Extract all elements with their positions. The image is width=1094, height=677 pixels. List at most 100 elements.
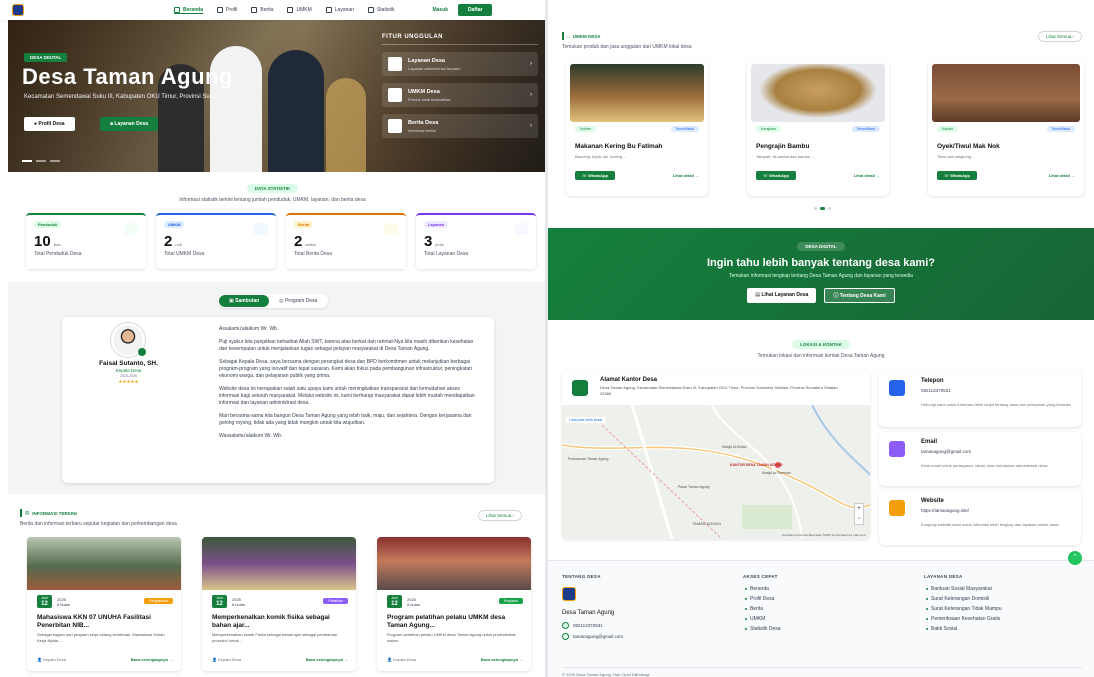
footer-link[interactable]: Berita bbox=[745, 606, 781, 612]
featured-item[interactable]: Layanan Desa Layanan administrasi terpadu… bbox=[382, 52, 538, 76]
map-zoom-control[interactable]: + − bbox=[854, 503, 864, 525]
cta-section: DESA DIGITAL Ingin tahu lebih banyak ten… bbox=[548, 228, 1094, 320]
contact-card-email[interactable]: Email tamanagung@gmail.com Kirim email u… bbox=[879, 432, 1081, 486]
hero-subtitle: Kecamatan Semendawai Suku III, Kabupaten… bbox=[24, 94, 251, 100]
footer-village-name: Desa Taman Agung bbox=[562, 610, 615, 616]
whatsapp-button[interactable]: ☏ WhatsApp bbox=[937, 171, 977, 180]
news-image bbox=[27, 537, 181, 590]
info-section-subtitle: Berita dan informasi terbaru seputar keg… bbox=[20, 521, 177, 527]
scroll-top-button[interactable]: ⌃ bbox=[1068, 551, 1082, 565]
whatsapp-button[interactable]: ☏ WhatsApp bbox=[756, 171, 796, 180]
verified-tag: Terverifikasi bbox=[1046, 126, 1075, 132]
product-card[interactable]: Kerajinan Terverifikasi Pengrajin Bambu T… bbox=[747, 60, 889, 196]
cta-title: Ingin tahu lebih banyak tentang desa kam… bbox=[707, 257, 935, 269]
footer-link[interactable]: Profil Desa bbox=[745, 596, 781, 602]
detail-link[interactable]: Lihat detail → bbox=[1049, 173, 1075, 178]
detail-link[interactable]: Lihat detail → bbox=[673, 173, 699, 178]
nav-umkm[interactable]: UMKM bbox=[287, 7, 312, 14]
news-author: 👤 Kepala Desa bbox=[37, 657, 66, 662]
footer-service-link[interactable]: Surat Keterangan Tidak Mampu bbox=[926, 606, 1002, 612]
footer-service-link[interactable]: Bantuan Sosial Masyarakat bbox=[926, 586, 1002, 592]
footer-service-link[interactable]: Surat Keterangan Domisili bbox=[926, 596, 1002, 602]
star-rating: ★★★★★ bbox=[118, 379, 139, 384]
carousel-dots[interactable] bbox=[814, 207, 831, 210]
stat-card[interactable]: Layanan 3 jenis Total Layanan Desa bbox=[416, 213, 536, 269]
footer-service-link[interactable]: Bakti Sosial bbox=[926, 626, 1002, 632]
stat-chip: Layanan bbox=[424, 221, 449, 228]
footer-link[interactable]: UMKM bbox=[745, 616, 781, 622]
nav-statistik[interactable]: Statistik bbox=[367, 7, 394, 14]
contact-card-website[interactable]: Website https://tamanagung.site/ Kunjung… bbox=[879, 491, 1081, 545]
product-name[interactable]: Pengrajin Bambu bbox=[756, 143, 809, 150]
detail-link[interactable]: Lihat detail → bbox=[854, 173, 880, 178]
stat-card[interactable]: Penduduk 10 jiwa Total Penduduk Desa bbox=[26, 213, 146, 269]
stat-label: Total Penduduk Desa bbox=[34, 251, 82, 257]
layanan-desa-button[interactable]: ■ Layanan Desa bbox=[100, 117, 159, 131]
hero-badge: DESA DIGITAL bbox=[24, 53, 68, 62]
tab-sambutan[interactable]: ▣ Sambutan bbox=[219, 295, 270, 307]
stats-subtitle: Informasi statistik terkini tentang juml… bbox=[179, 197, 366, 203]
hero-banner: DESA DIGITAL Desa Taman Agung Kecamatan … bbox=[8, 20, 545, 172]
footer-link[interactable]: Statistik Desa bbox=[745, 626, 781, 632]
product-card[interactable]: Kuliner Terverifikasi Oyek/Tiwul Mak Nok … bbox=[928, 60, 1084, 196]
village-logo[interactable] bbox=[12, 4, 24, 16]
register-button[interactable]: Daftar bbox=[458, 4, 493, 16]
phone-icon bbox=[889, 380, 905, 396]
lihat-layanan-button[interactable]: ▤ Lihat Layanan Desa bbox=[747, 288, 817, 303]
lokasi-subtitle: Temukan lokasi dan informasi kontak Desa… bbox=[757, 353, 885, 359]
profil-desa-button[interactable]: ● Profil Desa bbox=[24, 117, 75, 131]
nav-berita[interactable]: Berita bbox=[251, 7, 273, 14]
footer-link[interactable]: Beranda bbox=[745, 586, 781, 592]
news-card[interactable]: Juni 12 2025 8 bulan Pengabdian Mahasiswa … bbox=[27, 537, 181, 671]
kepala-desa-name: Faisal Sutanto, SH. bbox=[99, 360, 158, 367]
nav-beranda[interactable]: Beranda bbox=[174, 6, 204, 14]
whatsapp-button[interactable]: ☏ WhatsApp bbox=[575, 171, 615, 180]
footer-service-link[interactable]: Pemeriksaan Kesehatan Gratis bbox=[926, 616, 1002, 622]
slider-dots[interactable] bbox=[22, 160, 60, 162]
news-card[interactable]: Juni 12 2025 8 bulan Pelatihan Memperkenal… bbox=[202, 537, 356, 671]
tab-program-desa[interactable]: ◎ Program Desa bbox=[269, 295, 327, 307]
info-see-all-button[interactable]: Lihat Semua › bbox=[478, 510, 523, 521]
read-more-link[interactable]: Baca selengkapnya → bbox=[131, 657, 173, 662]
chevron-right-icon: › bbox=[530, 123, 532, 129]
umkm-see-all-button[interactable]: Lihat Semua › bbox=[1037, 31, 1082, 42]
news-title[interactable]: Program pelatihan pelaku UMKM desa Taman… bbox=[387, 614, 523, 630]
users-icon bbox=[124, 223, 138, 235]
footer-phone[interactable]: 082113370531 bbox=[562, 622, 603, 629]
product-card[interactable]: Kuliner Terverifikasi Makanan Kering Bu F… bbox=[566, 60, 708, 196]
news-card[interactable]: Juni 12 2025 8 bulan Kegiatan Program pela… bbox=[377, 537, 531, 671]
stats-badge: DATA STATISTIK bbox=[246, 184, 299, 193]
embedded-map[interactable]: Lihat peta lebih besar Masjid Al-Ikhlas … bbox=[562, 404, 870, 539]
login-link[interactable]: Masuk bbox=[432, 7, 448, 13]
stat-card[interactable]: UMKM 2 unit Total UMKM Desa bbox=[156, 213, 276, 269]
product-name[interactable]: Oyek/Tiwul Mak Nok bbox=[937, 143, 1000, 150]
nav-layanan[interactable]: Layanan bbox=[325, 7, 354, 14]
user-icon bbox=[217, 7, 224, 13]
map-larger-link[interactable]: Lihat peta lebih besar bbox=[566, 417, 606, 423]
news-title[interactable]: Mahasiswa KKN 07 UNUHA Fasilitasi Penerb… bbox=[37, 614, 173, 630]
globe-icon bbox=[889, 500, 905, 516]
product-desc: Tiwul dari singkong ... bbox=[937, 154, 976, 159]
read-more-link[interactable]: Baca selengkapnya → bbox=[481, 657, 523, 662]
map-roads bbox=[562, 404, 870, 539]
read-more-link[interactable]: Baca selengkapnya → bbox=[306, 657, 348, 662]
featured-item[interactable]: Berita Desa Informasi terkini › bbox=[382, 114, 538, 138]
stat-chip: Penduduk bbox=[34, 221, 62, 228]
product-name[interactable]: Makanan Kering Bu Fatimah bbox=[575, 143, 662, 150]
contact-card-phone[interactable]: Telepon 082113370531 Hubungi kami untuk … bbox=[879, 371, 1081, 427]
product-desc: Tampah, tik-tomba dari bambu ... bbox=[756, 154, 815, 159]
news-category: Kegiatan bbox=[499, 598, 523, 604]
tentang-desa-button[interactable]: ⓘ Tentang Desa Kami bbox=[824, 288, 895, 303]
mail-icon bbox=[562, 633, 569, 640]
map-pin-icon bbox=[572, 380, 588, 396]
service-icon bbox=[325, 7, 332, 13]
news-title[interactable]: Memperkenalkan komik fisika sebagai baha… bbox=[212, 614, 348, 630]
stat-card[interactable]: Berita 2 artikel Total Berita Desa bbox=[286, 213, 406, 269]
featured-item[interactable]: UMKM Desa Produk lokal berkualitas › bbox=[382, 83, 538, 107]
news-image bbox=[377, 537, 531, 590]
stats-header: DATA STATISTIK bbox=[0, 184, 545, 193]
category-tag: Kuliner bbox=[937, 126, 958, 132]
footer-email[interactable]: tamanagung@gmail.com bbox=[562, 633, 623, 640]
nav-profil[interactable]: Profil bbox=[217, 7, 237, 14]
umkm-section-title: ⌂ UMKM DESA bbox=[562, 32, 600, 40]
